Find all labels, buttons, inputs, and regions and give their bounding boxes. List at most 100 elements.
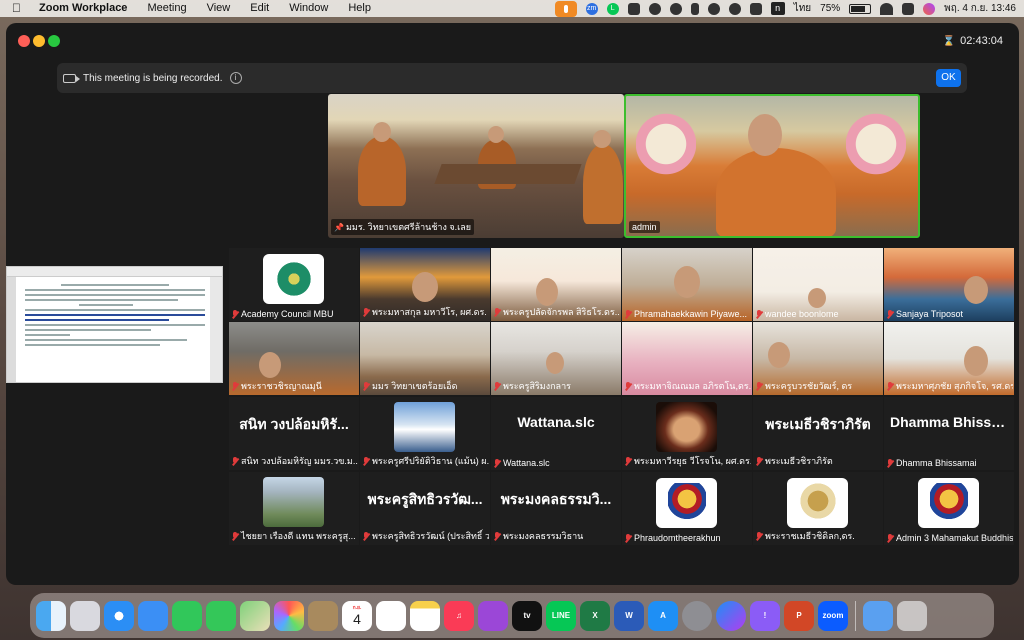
- app-menu-zoom[interactable]: Zoom Workplace: [29, 0, 137, 17]
- reminders-icon[interactable]: [376, 600, 406, 631]
- facetime-icon[interactable]: [172, 600, 202, 631]
- podcasts-icon[interactable]: [478, 600, 508, 631]
- participant-tile[interactable]: Admin 3 Mahamakut Buddhis...: [884, 472, 1014, 545]
- menu-bar:  Zoom Workplace Meeting View Edit Windo…: [0, 0, 1024, 17]
- participant-name: wandee boonlome: [765, 309, 839, 319]
- participant-name: พระเมธีวชิราภิรัต: [765, 456, 833, 466]
- menu-edit[interactable]: Edit: [240, 0, 279, 17]
- zoom-status-icon[interactable]: zm: [585, 2, 598, 15]
- participant-name: Admin 3 Mahamakut Buddhis...: [896, 533, 1013, 543]
- participant-tile[interactable]: พระครูสิทธิวรวัฒ... พระครูสิทธิวรวัฒน์ (…: [360, 472, 490, 545]
- messages-icon[interactable]: [206, 600, 236, 631]
- input-source-icon[interactable]: n: [770, 2, 785, 15]
- participant-name: พระมงคลธรรมวิธาน: [503, 531, 584, 541]
- participant-name: Phramahaekkawin Piyawe...: [634, 309, 748, 319]
- calendar-icon[interactable]: ก.ย. 4: [342, 600, 372, 631]
- display-icon[interactable]: [749, 2, 762, 15]
- menu-window[interactable]: Window: [279, 0, 338, 17]
- meeting-timer: ⌛ 02:43:04: [943, 35, 1003, 47]
- control-center-icon[interactable]: [902, 2, 915, 15]
- participant-tile[interactable]: มมร วิทยาเขตร้อยเอ็ด: [360, 322, 490, 395]
- word-icon[interactable]: W: [614, 600, 644, 631]
- participant-tile[interactable]: พระครูบวรชัยวัฒร์, ดร: [753, 322, 883, 395]
- battery-icon[interactable]: [849, 3, 872, 14]
- tv-icon[interactable]: tv: [512, 600, 542, 631]
- speaker-video-2-active[interactable]: admin: [624, 94, 920, 238]
- mail-icon[interactable]: [138, 600, 168, 631]
- fullscreen-window-button[interactable]: [48, 35, 60, 47]
- music-icon[interactable]: ♫: [444, 600, 474, 631]
- participant-tile[interactable]: wandee boonlome: [753, 248, 883, 321]
- participant-tile[interactable]: พระครูปลัดจักรพล สิริธโร.ดร....: [491, 248, 621, 321]
- participant-tile[interactable]: พระมหาวีรยุธ วีโรจโน, ผศ.ดร.: [622, 397, 752, 470]
- participant-tile[interactable]: พระมหาศุภชัย สุภกิจโจ, รศ.ดร.: [884, 322, 1014, 395]
- app-store-icon[interactable]: A: [648, 600, 678, 631]
- line-status-icon[interactable]: L: [606, 2, 619, 15]
- downloads-folder-icon[interactable]: [863, 600, 893, 631]
- mic-muted-icon: [363, 456, 369, 466]
- messenger-icon[interactable]: [716, 600, 746, 631]
- status-icon-1[interactable]: [648, 2, 661, 15]
- microphone-indicator-icon[interactable]: [554, 0, 577, 17]
- screen-mirror-icon[interactable]: [627, 2, 640, 15]
- photos-icon[interactable]: [274, 600, 304, 631]
- play-icon[interactable]: [728, 2, 741, 15]
- feedback-icon[interactable]: !: [750, 600, 780, 631]
- participant-tile[interactable]: Academy Council MBU: [229, 248, 359, 321]
- bluetooth-icon[interactable]: [690, 2, 699, 15]
- participant-tile[interactable]: พระมหาจิณณมล อภิรตโน,ดร....: [622, 322, 752, 395]
- participant-tile[interactable]: Wattana.slc Wattana.slc: [491, 397, 621, 470]
- maps-icon[interactable]: [240, 600, 270, 631]
- minimize-window-button[interactable]: [33, 35, 45, 47]
- participant-tile[interactable]: Phramahaekkawin Piyawe...: [622, 248, 752, 321]
- participant-tile[interactable]: Sanjaya Triposot: [884, 248, 1014, 321]
- close-window-button[interactable]: [18, 35, 30, 47]
- participant-tile[interactable]: สนิท วงปล้อมหิรั... สนิท วงปล้อมหิรัญ มม…: [229, 397, 359, 470]
- powerpoint-icon[interactable]: P: [784, 600, 814, 631]
- mic-muted-icon: [756, 309, 762, 319]
- status-icon-2[interactable]: [707, 2, 720, 15]
- mic-muted-icon: [494, 458, 500, 468]
- excel-icon[interactable]: X: [580, 600, 610, 631]
- participant-tile[interactable]: พระครูสิริมงกลาร: [491, 322, 621, 395]
- speaker-name-label: 📌 มมร. วิทยาเขตศรีล้านช้าง จ.เลย: [331, 219, 475, 235]
- siri-icon[interactable]: [923, 2, 936, 15]
- recording-camera-icon: [63, 73, 80, 83]
- safari-icon[interactable]: [104, 600, 134, 631]
- airdrop-icon[interactable]: [669, 2, 682, 15]
- system-settings-icon[interactable]: [682, 600, 712, 631]
- menubar-clock[interactable]: พฤ. 4 ก.ย. 13:46: [944, 1, 1016, 16]
- input-language-label[interactable]: ไทย: [794, 1, 811, 16]
- menu-help[interactable]: Help: [338, 0, 381, 17]
- participant-tile[interactable]: พระราชวชิรญาณมุนี: [229, 322, 359, 395]
- participant-tile[interactable]: พระมหาสกุล มหาวีโร, ผศ.ดร.: [360, 248, 490, 321]
- apple-menu-icon[interactable]: : [0, 0, 29, 17]
- participant-name: พระมหาจิณณมล อภิรตโน,ดร....: [634, 381, 751, 391]
- participant-tile[interactable]: พระครูศรีปริยัติวิธาน (แม้น) ผ...: [360, 397, 490, 470]
- elapsed-time: 02:43:04: [960, 35, 1003, 47]
- menu-view[interactable]: View: [197, 0, 241, 17]
- shared-screen-thumbnail[interactable]: [6, 266, 223, 383]
- mic-muted-icon: [494, 531, 500, 541]
- participant-tile[interactable]: Dhamma Bhissa... Dhamma Bhissamai: [884, 397, 1014, 470]
- launchpad-icon[interactable]: [70, 600, 100, 631]
- participant-display-name: พระครูสิทธิวรวัฒ...: [367, 491, 483, 507]
- recording-ok-button[interactable]: OK: [936, 69, 961, 87]
- participant-name: พระราชเมธีวชิดิลก,ดร.: [765, 531, 855, 541]
- participant-tile[interactable]: พระเมธีวชิราภิรัต พระเมธีวชิราภิรัต: [753, 397, 883, 470]
- notes-icon[interactable]: [410, 600, 440, 631]
- info-icon[interactable]: i: [229, 72, 242, 84]
- trash-icon[interactable]: [897, 600, 927, 631]
- participant-tile[interactable]: พระราชเมธีวชิดิลก,ดร.: [753, 472, 883, 545]
- speaker-video-1[interactable]: 📌 มมร. วิทยาเขตศรีล้านช้าง จ.เลย: [328, 94, 624, 238]
- contacts-icon[interactable]: [308, 600, 338, 631]
- zoom-app-icon[interactable]: zoom: [818, 600, 848, 631]
- participant-name: พระราชวชิรญาณมุนี: [241, 381, 322, 391]
- menu-meeting[interactable]: Meeting: [137, 0, 196, 17]
- line-app-icon[interactable]: LINE: [546, 600, 576, 631]
- wifi-icon[interactable]: [880, 2, 894, 15]
- participant-tile[interactable]: ไชยยา เรืองดี แทน พระครูสุ...: [229, 472, 359, 545]
- finder-icon[interactable]: [36, 600, 66, 631]
- participant-tile[interactable]: พระมงคลธรรมวิ... พระมงคลธรรมวิธาน: [491, 472, 621, 545]
- participant-tile[interactable]: Phraudomtheerakhun: [622, 472, 752, 545]
